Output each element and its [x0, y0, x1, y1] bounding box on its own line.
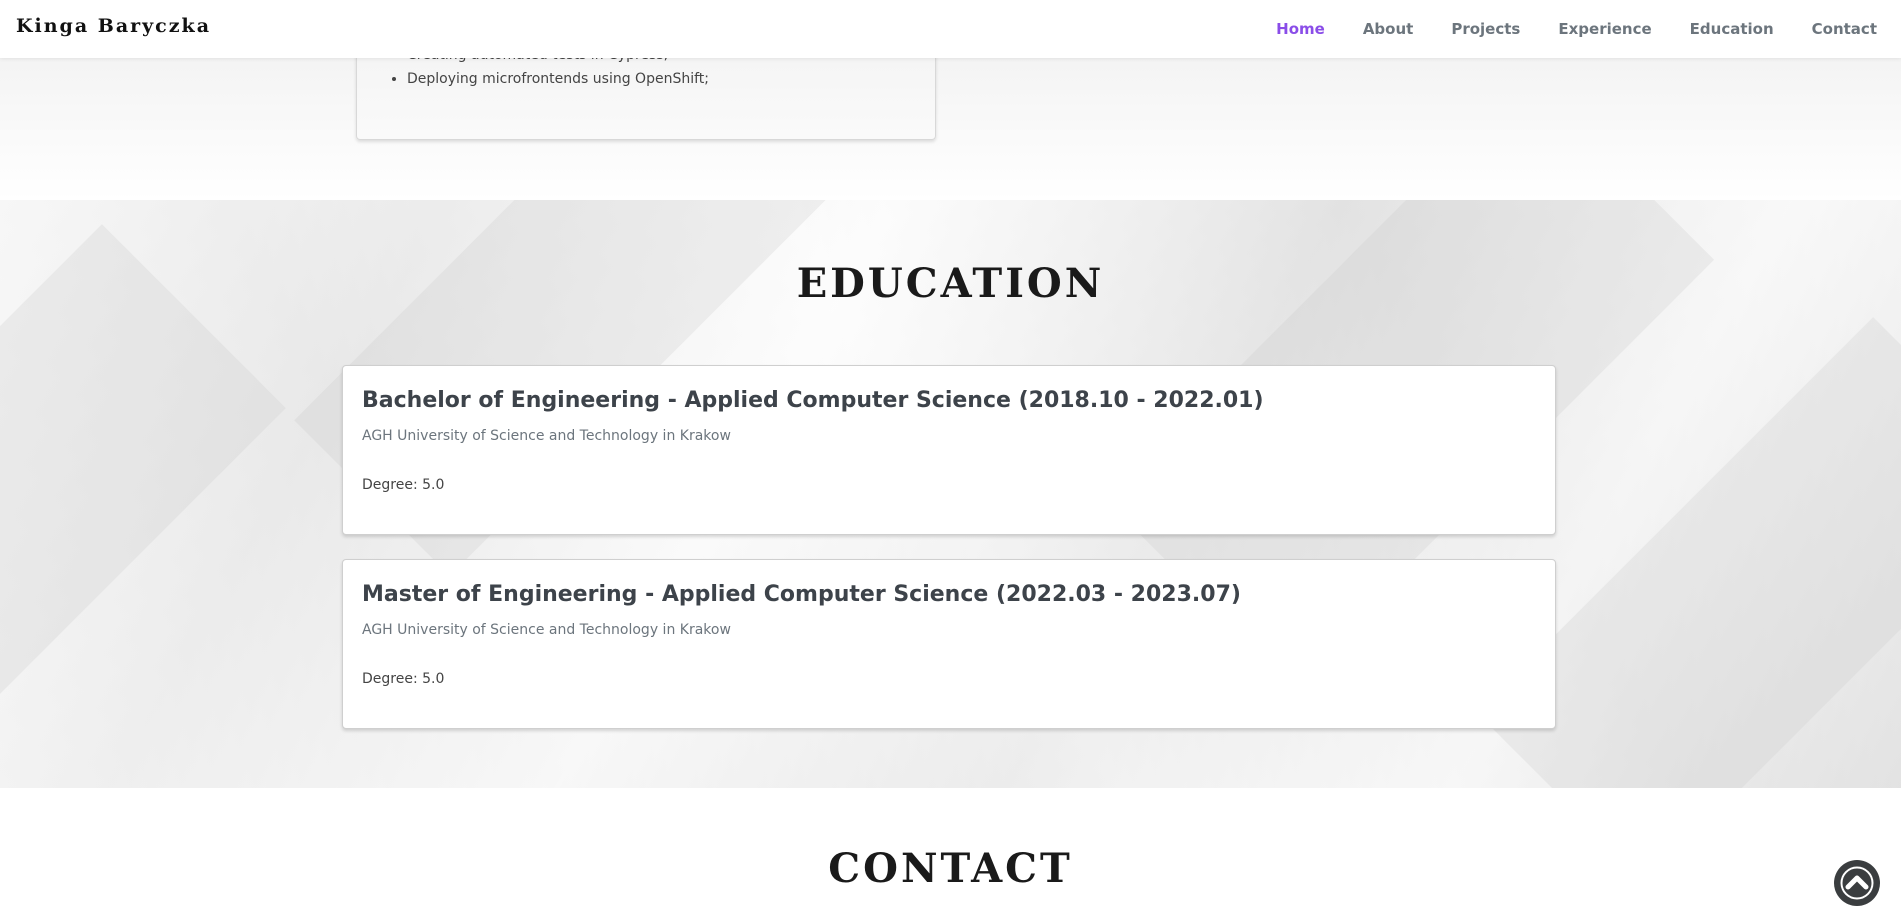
- nav-link-education[interactable]: Education: [1690, 20, 1774, 38]
- nav-link-projects[interactable]: Projects: [1451, 20, 1520, 38]
- education-card-degree: Degree: 5.0: [362, 671, 445, 687]
- education-card-title: Master of Engineering - Applied Computer…: [362, 582, 1241, 607]
- education-card-title: Bachelor of Engineering - Applied Comput…: [362, 388, 1264, 413]
- nav-link-home[interactable]: Home: [1276, 20, 1325, 38]
- navbar: Kinga Baryczka Home About Projects Exper…: [0, 0, 1901, 58]
- contact-section: CONTACT: [0, 788, 1901, 917]
- education-card-school: AGH University of Science and Technology…: [362, 428, 731, 444]
- education-card-school: AGH University of Science and Technology…: [362, 622, 731, 638]
- education-card: Master of Engineering - Applied Computer…: [342, 559, 1556, 729]
- education-heading: EDUCATION: [796, 260, 1105, 307]
- brand-logo[interactable]: Kinga Baryczka: [16, 15, 211, 37]
- nav-link-experience[interactable]: Experience: [1558, 20, 1651, 38]
- scroll-to-top-button[interactable]: [1834, 860, 1880, 906]
- education-card: Bachelor of Engineering - Applied Comput…: [342, 365, 1556, 535]
- chevron-up-icon: [1840, 866, 1874, 900]
- experience-bullet: Deploying microfrontends using OpenShift…: [407, 67, 709, 91]
- nav-link-about[interactable]: About: [1363, 20, 1414, 38]
- nav-link-contact[interactable]: Contact: [1812, 20, 1877, 38]
- contact-heading: CONTACT: [828, 845, 1073, 892]
- education-section: EDUCATION Bachelor of Engineering - Appl…: [0, 200, 1901, 788]
- nav-links: Home About Projects Experience Education…: [1238, 0, 1877, 58]
- education-card-degree: Degree: 5.0: [362, 477, 445, 493]
